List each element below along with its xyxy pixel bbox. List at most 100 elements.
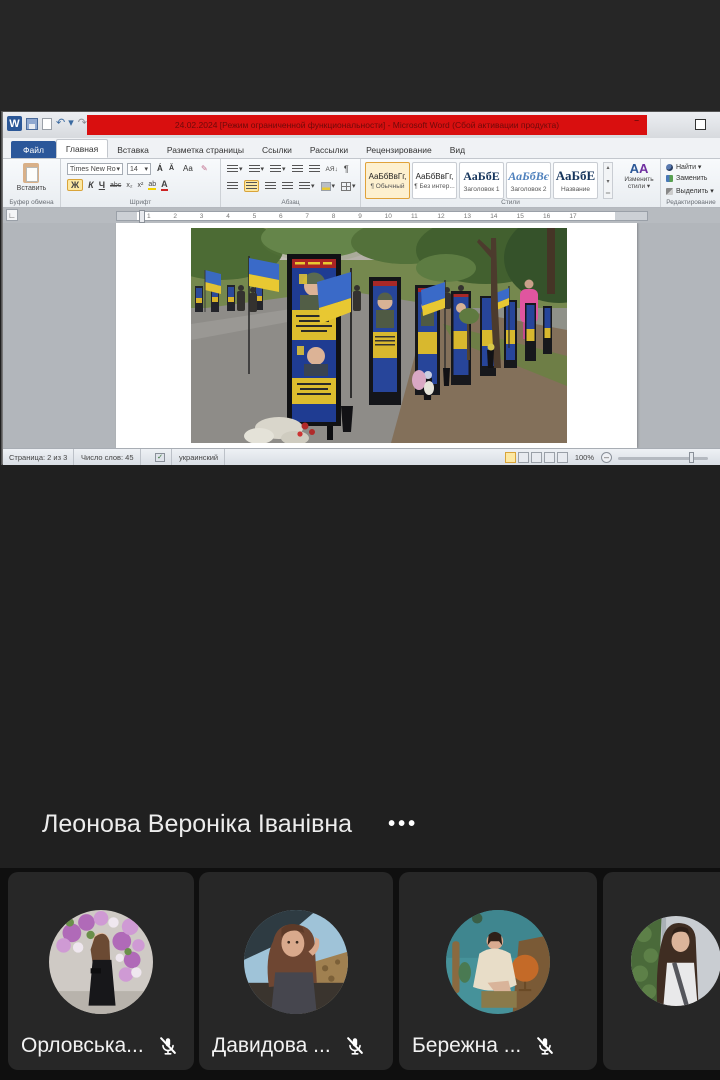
tab-view[interactable]: Вид bbox=[441, 141, 474, 158]
view-switcher bbox=[505, 452, 568, 463]
shared-word-window: W ↶ ▾ ↷ ▾ 24.02.2024 [Режим ограниченной… bbox=[2, 112, 720, 464]
clipboard-group-label: Буфер обмена bbox=[3, 199, 60, 206]
participant-name: Давидова ... bbox=[212, 1034, 331, 1058]
font-size-select[interactable]: 14▾ bbox=[127, 163, 151, 175]
web-view-button[interactable] bbox=[531, 452, 542, 463]
minimize-button[interactable]: – bbox=[634, 115, 639, 125]
style-normal[interactable]: АаБбВвГг, ¶ Обычный bbox=[365, 162, 410, 199]
active-speaker-name: Леонова Вероніка Іванівна bbox=[42, 810, 352, 839]
word-logo-icon[interactable]: W bbox=[7, 116, 22, 131]
page-indicator[interactable]: Страница: 2 из 3 bbox=[3, 449, 74, 465]
participant-tile[interactable] bbox=[603, 872, 720, 1070]
tab-insert[interactable]: Вставка bbox=[108, 141, 158, 158]
paragraph-group: ▾ ▾ ▾ АЯ↓ ¶ ▾ ▾ ▾ Абзац bbox=[221, 159, 361, 207]
active-speaker-row: Леонова Вероніка Іванівна ••• bbox=[42, 810, 418, 839]
participant-name: Орловська... bbox=[21, 1034, 144, 1058]
sort-button[interactable]: АЯ↓ bbox=[326, 166, 338, 173]
font-color-button[interactable]: А bbox=[161, 179, 168, 191]
participant-tile[interactable]: Бережна ... bbox=[399, 872, 597, 1070]
more-options-button[interactable]: ••• bbox=[388, 813, 418, 836]
zoom-slider-thumb[interactable] bbox=[689, 452, 694, 463]
clear-formatting-button[interactable]: ✎ bbox=[201, 164, 208, 173]
print-layout-view-button[interactable] bbox=[505, 452, 516, 463]
new-document-icon[interactable] bbox=[42, 118, 52, 130]
bullets-button[interactable]: ▾ bbox=[227, 165, 243, 173]
style-heading1[interactable]: АаБбЕ Заголовок 1 bbox=[459, 162, 504, 199]
align-left-button[interactable] bbox=[227, 182, 238, 190]
tab-file[interactable]: Файл bbox=[11, 141, 56, 158]
video-call-screen: W ↶ ▾ ↷ ▾ 24.02.2024 [Режим ограниченной… bbox=[0, 0, 720, 1080]
font-name-select[interactable]: Times New Ro▾ bbox=[67, 163, 123, 175]
multilevel-list-button[interactable]: ▾ bbox=[270, 165, 286, 173]
italic-button[interactable]: К bbox=[88, 180, 94, 190]
participant-tile[interactable]: Орловська... bbox=[8, 872, 194, 1070]
indent-marker[interactable] bbox=[139, 210, 145, 223]
spellcheck-icon: ✓ bbox=[155, 453, 165, 462]
tab-review[interactable]: Рецензирование bbox=[357, 141, 441, 158]
ruler-number: 13 bbox=[464, 213, 471, 220]
strikethrough-button[interactable]: abc bbox=[110, 182, 121, 189]
style-title[interactable]: АаБбЕ Название bbox=[553, 162, 598, 199]
text-highlight-button[interactable]: ab bbox=[148, 181, 156, 190]
style-no-spacing[interactable]: АаБбВвГг, ¶ Без интер... bbox=[412, 162, 457, 199]
zoom-level[interactable]: 100% bbox=[575, 453, 594, 462]
styles-group-label: Стили bbox=[361, 199, 660, 206]
styles-gallery-scroll[interactable]: ▴▾═ bbox=[603, 162, 613, 199]
language-indicator[interactable]: украинский bbox=[173, 449, 225, 465]
tab-page-layout[interactable]: Разметка страницы bbox=[158, 141, 253, 158]
replace-button[interactable]: Заменить bbox=[666, 175, 707, 182]
tab-references[interactable]: Ссылки bbox=[253, 141, 301, 158]
increase-indent-button[interactable] bbox=[309, 165, 320, 173]
ruler-number: 1 bbox=[147, 213, 151, 220]
participant-tile[interactable]: Давидова ... bbox=[199, 872, 393, 1070]
decrease-indent-button[interactable] bbox=[292, 165, 303, 173]
select-button[interactable]: Выделить ▾ bbox=[666, 187, 714, 195]
zoom-slider-track[interactable] bbox=[618, 457, 708, 460]
document-area[interactable] bbox=[3, 223, 720, 448]
quick-access-toolbar: W ↶ ▾ ↷ ▾ bbox=[7, 116, 97, 131]
borders-button[interactable]: ▾ bbox=[341, 182, 356, 191]
word-titlebar: W ↶ ▾ ↷ ▾ 24.02.2024 [Режим ограниченной… bbox=[3, 112, 720, 138]
shading-button[interactable]: ▾ bbox=[321, 182, 336, 191]
document-photo[interactable] bbox=[191, 228, 567, 443]
participant-avatar bbox=[631, 916, 720, 1006]
numbering-button[interactable]: ▾ bbox=[249, 165, 265, 173]
style-heading2[interactable]: АаБбВє Заголовок 2 bbox=[506, 162, 551, 199]
font-group-label: Шрифт bbox=[61, 199, 220, 206]
subscript-button[interactable]: х₂ bbox=[126, 182, 132, 189]
grow-font-button[interactable]: А́ bbox=[157, 164, 163, 173]
underline-button[interactable]: Ч bbox=[99, 180, 105, 190]
show-marks-button[interactable]: ¶ bbox=[344, 164, 349, 174]
save-icon[interactable] bbox=[26, 118, 38, 130]
line-spacing-button[interactable]: ▾ bbox=[299, 182, 315, 190]
redo-icon[interactable]: ↷ bbox=[78, 118, 87, 129]
maximize-button[interactable] bbox=[695, 119, 706, 130]
outline-view-button[interactable] bbox=[544, 452, 555, 463]
undo-icon[interactable]: ↶ ▾ bbox=[56, 118, 74, 129]
justify-button[interactable] bbox=[282, 182, 293, 190]
tab-mailings[interactable]: Рассылки bbox=[301, 141, 357, 158]
spellcheck-indicator[interactable]: ✓ bbox=[149, 449, 172, 465]
draft-view-button[interactable] bbox=[557, 452, 568, 463]
fullscreen-view-button[interactable] bbox=[518, 452, 529, 463]
tab-home[interactable]: Главная bbox=[56, 139, 108, 158]
zoom-out-button[interactable]: – bbox=[601, 452, 612, 463]
bold-button[interactable]: Ж bbox=[67, 179, 83, 191]
shrink-font-button[interactable]: А̌ bbox=[169, 165, 174, 172]
horizontal-ruler[interactable]: 1234567891011121314151617 bbox=[116, 211, 648, 221]
paste-button[interactable]: Вставить bbox=[3, 185, 60, 192]
change-styles-button[interactable]: АА Изменитьстили ▾ bbox=[619, 161, 659, 191]
participant-avatar bbox=[446, 910, 550, 1014]
paste-icon[interactable] bbox=[23, 163, 39, 183]
tab-selector[interactable]: ∟ bbox=[6, 209, 18, 221]
font-group: Times New Ro▾ 14▾ А́ А̌ Аа ✎ Ж К Ч abc х… bbox=[61, 159, 221, 207]
find-button[interactable]: Найти ▾ bbox=[666, 163, 701, 171]
superscript-button[interactable]: х² bbox=[138, 182, 144, 189]
align-center-button[interactable] bbox=[244, 180, 259, 192]
document-page[interactable] bbox=[116, 223, 637, 448]
participant-name: Бережна ... bbox=[412, 1034, 521, 1058]
align-right-button[interactable] bbox=[265, 182, 276, 190]
ruler-number: 9 bbox=[358, 213, 362, 220]
word-count[interactable]: Число слов: 45 bbox=[75, 449, 141, 465]
change-case-button[interactable]: Аа bbox=[183, 164, 193, 173]
